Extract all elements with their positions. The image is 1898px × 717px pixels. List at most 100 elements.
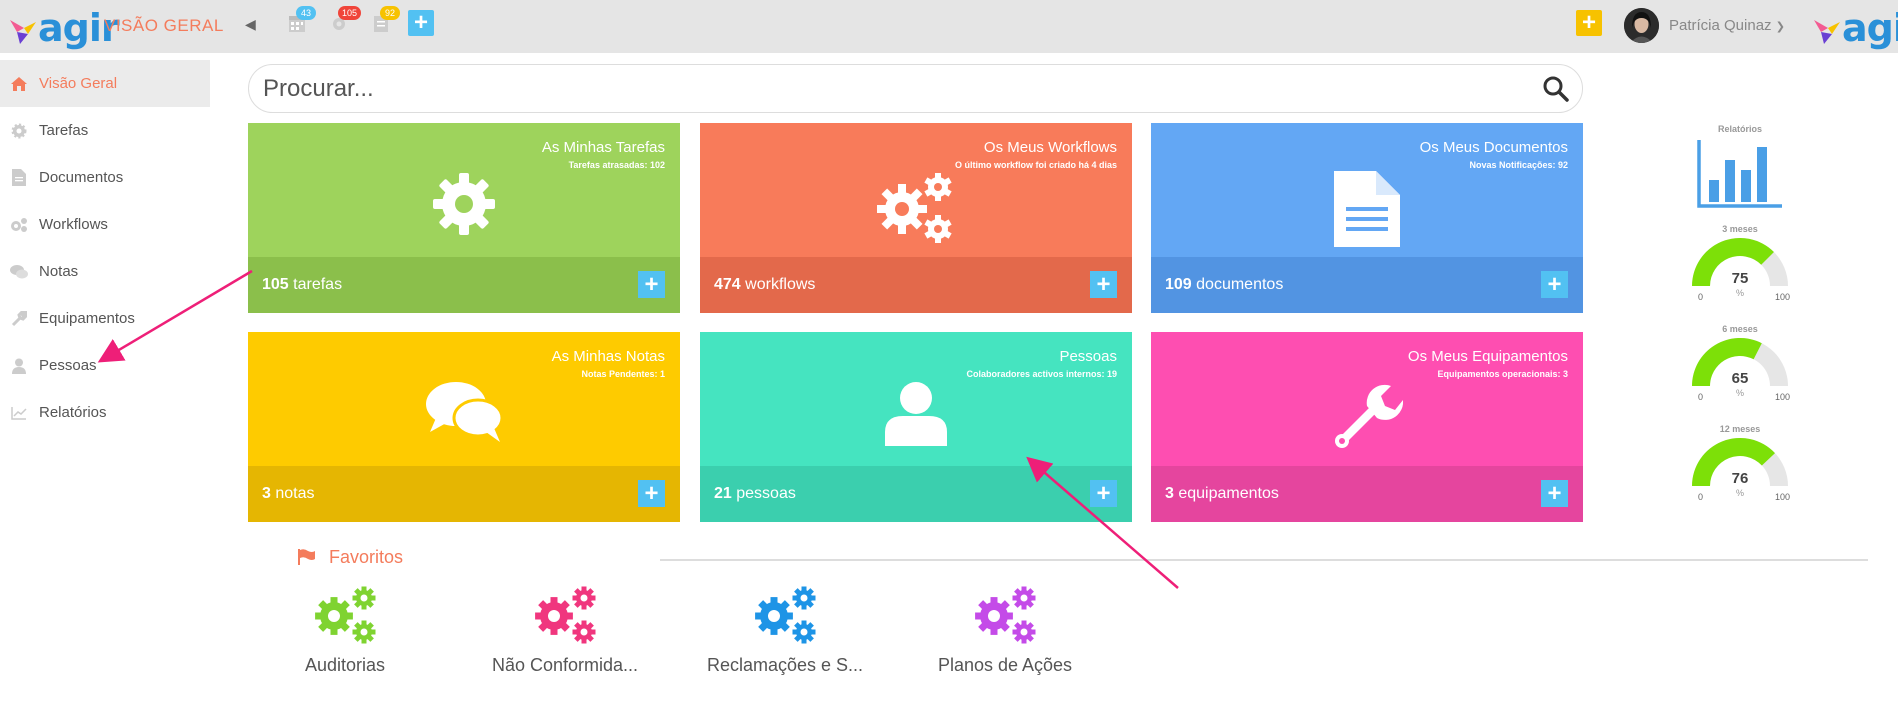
search-bar bbox=[248, 64, 1583, 113]
avatar[interactable] bbox=[1624, 8, 1659, 43]
tile-footer: 109 documentos + bbox=[1151, 257, 1583, 313]
sidebar-item-visao-geral[interactable]: Visão Geral bbox=[0, 60, 210, 107]
top-bar: agir VISÃO GERAL ◀ 43 105 92 + + Patríci… bbox=[0, 0, 1898, 53]
chevron-down-icon: ❯ bbox=[1775, 21, 1785, 33]
wrench-icon bbox=[1331, 380, 1404, 457]
tile-subtitle: O último workflow foi criado há 4 dias bbox=[954, 160, 1117, 170]
favorite-item[interactable]: Planos de Ações bbox=[920, 586, 1090, 676]
tile-footer: 474 workflows + bbox=[700, 257, 1132, 313]
client-logo: agir bbox=[1812, 6, 1898, 48]
sidebar-item-equipamentos[interactable]: Equipamentos bbox=[0, 295, 210, 342]
user-icon bbox=[10, 357, 28, 375]
tile-count-text[interactable]: 474 workflows bbox=[714, 276, 815, 294]
sidebar-item-pessoas[interactable]: Pessoas bbox=[0, 342, 210, 389]
tasks-notification[interactable]: 105 bbox=[330, 6, 362, 35]
app-logo[interactable]: agir bbox=[8, 6, 120, 48]
tile-count-text[interactable]: 3 equipamentos bbox=[1165, 485, 1279, 503]
sidebar: Visão Geral Tarefas Documentos Workflows… bbox=[0, 60, 210, 436]
favorite-label: Auditorias bbox=[304, 655, 386, 675]
tile-count-text[interactable]: 109 documentos bbox=[1165, 276, 1283, 294]
tile-header[interactable]: Pessoas Colaboradores activos internos: … bbox=[700, 332, 1132, 466]
add-equipamentos-button[interactable]: + bbox=[1541, 480, 1568, 507]
tile-count: 21 bbox=[714, 485, 732, 502]
sidebar-item-notas[interactable]: Notas bbox=[0, 248, 210, 295]
sidebar-item-label: Tarefas bbox=[39, 122, 89, 139]
gears-icon bbox=[535, 586, 596, 644]
notes-notification[interactable]: 92 bbox=[372, 6, 400, 35]
gauge-max: 100 bbox=[1774, 492, 1790, 502]
tile-pessoas[interactable]: Pessoas Colaboradores activos internos: … bbox=[700, 332, 1132, 522]
document-icon bbox=[1334, 171, 1400, 252]
gauge[interactable]: 65 % 0 100 bbox=[1690, 338, 1790, 402]
tile-notas[interactable]: As Minhas Notas Notas Pendentes: 1 3 not… bbox=[248, 332, 680, 522]
tile-title: Os Meus Workflows bbox=[983, 139, 1117, 156]
chat-icon bbox=[426, 380, 504, 449]
tile-workflows[interactable]: Os Meus Workflows O último workflow foi … bbox=[700, 123, 1132, 313]
tile-count-text[interactable]: 21 pessoas bbox=[714, 485, 796, 503]
quick-add-button[interactable]: + bbox=[1576, 10, 1602, 36]
calendar-notification[interactable]: 43 bbox=[288, 6, 316, 35]
tile-count: 105 bbox=[262, 276, 289, 293]
sidebar-item-relatorios[interactable]: Relatórios bbox=[0, 389, 210, 436]
tile-equipamentos[interactable]: Os Meus Equipamentos Equipamentos operac… bbox=[1151, 332, 1583, 522]
search-icon[interactable] bbox=[1543, 76, 1569, 107]
tile-title: Os Meus Documentos bbox=[1419, 139, 1568, 156]
favorite-item[interactable]: Não Conformida... bbox=[480, 586, 650, 676]
gauge-min: 0 bbox=[1698, 392, 1704, 402]
gauge[interactable]: 75 % 0 100 bbox=[1690, 238, 1790, 302]
sidebar-item-label: Documentos bbox=[39, 169, 124, 186]
favorite-item[interactable]: Auditorias bbox=[260, 586, 430, 676]
tile-documentos[interactable]: Os Meus Documentos Novas Notificações: 9… bbox=[1151, 123, 1583, 313]
tile-tarefas[interactable]: As Minhas Tarefas Tarefas atrasadas: 102… bbox=[248, 123, 680, 313]
sidebar-item-documentos[interactable]: Documentos bbox=[0, 154, 210, 201]
gauge[interactable]: 76 % 0 100 bbox=[1690, 438, 1790, 502]
tile-header[interactable]: As Minhas Notas Notas Pendentes: 1 bbox=[248, 332, 680, 466]
tile-count-text[interactable]: 3 notas bbox=[262, 485, 315, 503]
sidebar-item-label: Notas bbox=[39, 263, 79, 280]
add-workflows-button[interactable]: + bbox=[1090, 271, 1117, 298]
add-tarefas-button[interactable]: + bbox=[638, 271, 665, 298]
favorite-label: Reclamações e S... bbox=[706, 655, 864, 675]
gauge-label: 12 meses bbox=[1719, 424, 1761, 434]
user-menu[interactable]: Patrícia Quinaz ❯ bbox=[1669, 17, 1785, 34]
tile-header[interactable]: Os Meus Workflows O último workflow foi … bbox=[700, 123, 1132, 257]
search-input[interactable] bbox=[263, 73, 1513, 105]
bird-logo-icon bbox=[1814, 20, 1840, 44]
add-new-button[interactable]: + bbox=[408, 10, 434, 36]
gauge-min: 0 bbox=[1698, 492, 1704, 502]
tile-unit: tarefas bbox=[293, 276, 343, 293]
sidebar-item-label: Equipamentos bbox=[39, 310, 135, 327]
tile-header[interactable]: As Minhas Tarefas Tarefas atrasadas: 102 bbox=[248, 123, 680, 257]
sidebar-item-label: Workflows bbox=[39, 216, 108, 233]
gear-icon bbox=[10, 122, 28, 140]
collapse-sidebar-icon[interactable]: ◀ bbox=[245, 16, 256, 33]
tile-subtitle: Notas Pendentes: 1 bbox=[581, 369, 665, 379]
tile-count-text[interactable]: 105 tarefas bbox=[262, 276, 342, 294]
gears-icon bbox=[755, 586, 816, 644]
tile-count: 109 bbox=[1165, 276, 1192, 293]
tile-footer: 105 tarefas + bbox=[248, 257, 680, 313]
tile-subtitle: Equipamentos operacionais: 3 bbox=[1437, 369, 1568, 379]
sidebar-item-label: Relatórios bbox=[39, 404, 107, 421]
add-pessoas-button[interactable]: + bbox=[1090, 480, 1117, 507]
logo-text: agir bbox=[1842, 6, 1898, 50]
add-documentos-button[interactable]: + bbox=[1541, 271, 1568, 298]
bar-chart-icon[interactable] bbox=[1696, 140, 1784, 210]
tile-header[interactable]: Os Meus Equipamentos Equipamentos operac… bbox=[1151, 332, 1583, 466]
gauge-value: 75 bbox=[1731, 270, 1749, 287]
gear-icon bbox=[431, 171, 497, 242]
add-notas-button[interactable]: + bbox=[638, 480, 665, 507]
tile-subtitle: Tarefas atrasadas: 102 bbox=[568, 160, 665, 170]
favorite-label: Não Conformida... bbox=[491, 655, 639, 675]
gauge-max: 100 bbox=[1774, 292, 1790, 302]
tile-header[interactable]: Os Meus Documentos Novas Notificações: 9… bbox=[1151, 123, 1583, 257]
favorite-item[interactable]: Reclamações e S... bbox=[700, 586, 870, 676]
tile-count: 3 bbox=[1165, 485, 1174, 502]
tile-footer: 3 notas + bbox=[248, 466, 680, 522]
sidebar-item-workflows[interactable]: Workflows bbox=[0, 201, 210, 248]
sidebar-item-tarefas[interactable]: Tarefas bbox=[0, 107, 210, 154]
reports-panel: Relatórios bbox=[1690, 124, 1790, 215]
tile-title: As Minhas Tarefas bbox=[541, 139, 665, 156]
gauge-max: 100 bbox=[1774, 392, 1790, 402]
chat-icon bbox=[10, 263, 28, 281]
